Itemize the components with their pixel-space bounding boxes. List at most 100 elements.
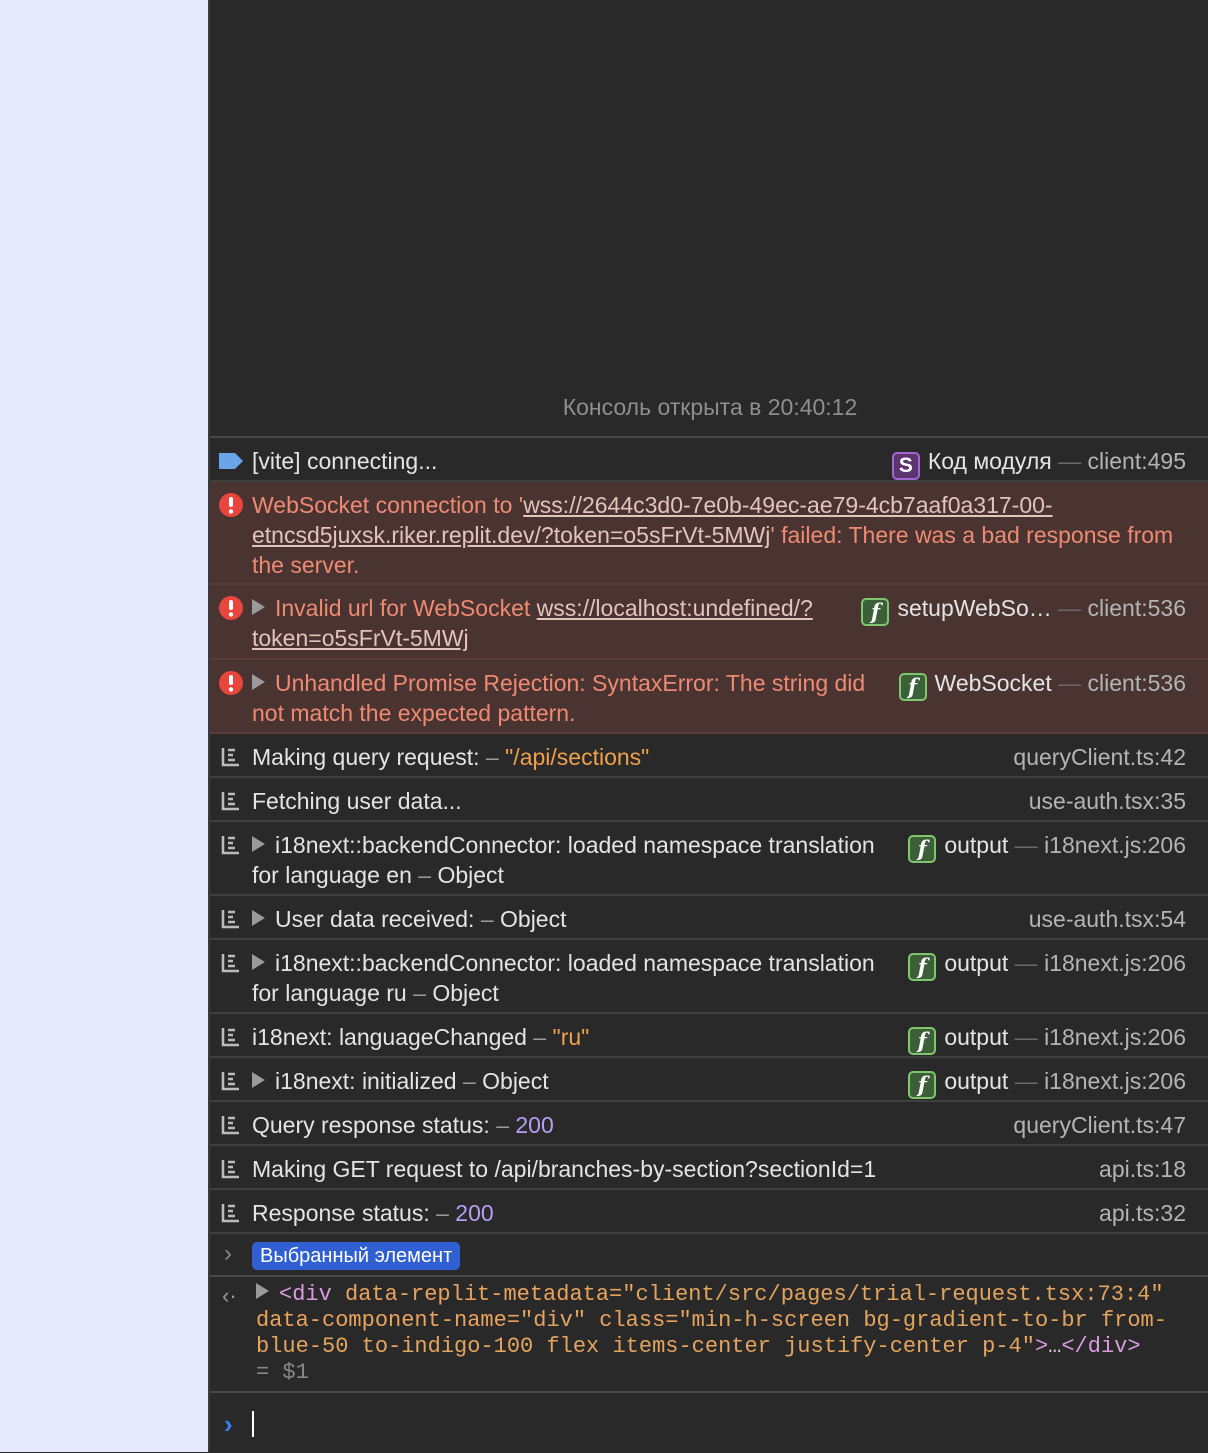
message-part: – (480, 906, 501, 932)
console-message-log[interactable]: f output — i18next.js:206 i18next::backend… (210, 822, 1208, 896)
script-icon: S (891, 452, 920, 480)
source-location-link[interactable]: client:495 (1088, 448, 1186, 474)
message-source[interactable]: f WebSocket — client:536 (898, 668, 1186, 701)
message-part: – (533, 1024, 553, 1050)
expand-triangle-icon[interactable] (256, 1283, 269, 1299)
log-icon (218, 1156, 244, 1182)
source-function: output (944, 832, 1009, 858)
message-source[interactable]: f output — i18next.js:206 (908, 830, 1186, 863)
selected-element-badge: Выбранный элемент (252, 1242, 461, 1270)
source-location-link[interactable]: client:536 (1088, 595, 1186, 621)
message-source[interactable]: f output — i18next.js:206 (908, 1066, 1186, 1099)
console-message-log[interactable]: f output — i18next.js:206 i18next: languag… (210, 1014, 1208, 1058)
expand-triangle-icon[interactable] (252, 599, 265, 615)
message-part: Making query request: (252, 744, 486, 770)
message-part: i18next::backendConnector: loaded namesp… (252, 950, 875, 1006)
message-source[interactable]: S Код модуля — client:495 (891, 446, 1186, 480)
message-part: Object (432, 980, 499, 1006)
message-source[interactable]: api.ts:18 (1099, 1154, 1186, 1184)
message-part: "/api/sections" (505, 744, 650, 770)
tag-open: <div (279, 1282, 332, 1307)
message-text: Response status: – 200 (252, 1198, 1186, 1228)
tag-end: </div> (1061, 1334, 1141, 1359)
message-part: Unhandled Promise Rejection: SyntaxError… (252, 670, 866, 726)
log-icon (218, 950, 244, 976)
source-function: output (944, 1024, 1009, 1050)
source-location-link[interactable]: use-auth.tsx:54 (1029, 906, 1186, 932)
console-message-log[interactable]: f output — i18next.js:206 i18next::backend… (210, 940, 1208, 1014)
message-part: Query response status: (252, 1112, 497, 1138)
console-message-error[interactable]: WebSocket connection to 'wss://2644c3d0-… (210, 482, 1208, 585)
function-icon: f (898, 673, 927, 701)
message-part: – (496, 1112, 516, 1138)
console-message-log[interactable]: queryClient.ts:42 Making query request: –… (210, 734, 1208, 778)
attr-value: "client/src/pages/trial-request.tsx:73:4… (622, 1282, 1164, 1307)
log-icon (218, 744, 244, 770)
message-part: User data received: (275, 906, 481, 932)
message-part: [vite] connecting... (252, 448, 438, 474)
source-location-link[interactable]: api.ts:32 (1099, 1200, 1186, 1226)
tag-gt: > (1034, 1334, 1049, 1359)
message-part: – (413, 980, 433, 1006)
console-message-log[interactable]: f output — i18next.js:206 i18next: initial… (210, 1058, 1208, 1102)
message-source[interactable]: f setupWebSo… — client:536 (861, 593, 1186, 626)
log-icon (218, 832, 244, 858)
source-separator: — (1008, 1068, 1045, 1094)
source-location-link[interactable]: client:536 (1088, 670, 1186, 696)
error-icon (218, 492, 244, 518)
log-icon (218, 788, 244, 814)
error-icon (218, 670, 244, 696)
console-message-log[interactable]: use-auth.tsx:35 Fetching user data... (210, 778, 1208, 822)
message-source[interactable]: queryClient.ts:42 (1013, 742, 1186, 772)
source-separator: — (1051, 595, 1088, 621)
message-part: i18next: initialized (275, 1068, 463, 1094)
source-location-link[interactable]: queryClient.ts:42 (1013, 744, 1186, 770)
source-location-link[interactable]: i18next.js:206 (1044, 1024, 1186, 1050)
message-source[interactable]: queryClient.ts:47 (1013, 1110, 1186, 1140)
message-source[interactable]: use-auth.tsx:35 (1029, 786, 1186, 816)
expand-triangle-icon[interactable] (252, 836, 265, 852)
collapsed-children[interactable]: … (1048, 1334, 1061, 1359)
source-location-link[interactable]: i18next.js:206 (1044, 1068, 1186, 1094)
source-separator: — (1008, 950, 1045, 976)
source-separator: — (1008, 1024, 1045, 1050)
message-part: – (485, 744, 506, 770)
expand-triangle-icon[interactable] (252, 910, 265, 926)
attr-value: "div" (520, 1308, 587, 1333)
console-message-log[interactable]: api.ts:32 Response status: – 200 (210, 1190, 1208, 1234)
message-source[interactable]: f output — i18next.js:206 (908, 1022, 1186, 1055)
console-message-error[interactable]: f WebSocket — client:536 Unhandled Promise… (210, 660, 1208, 734)
message-part: 200 (515, 1112, 554, 1138)
expand-triangle-icon[interactable] (252, 954, 265, 970)
message-source[interactable]: f output — i18next.js:206 (908, 948, 1186, 981)
source-function: output (944, 1068, 1009, 1094)
attr-name: data-component-name= (256, 1308, 521, 1333)
info-tag-icon (218, 448, 244, 474)
expand-triangle-icon[interactable] (252, 1072, 265, 1088)
source-location-link[interactable]: i18next.js:206 (1044, 950, 1186, 976)
selected-element-row[interactable]: › Выбранный элемент (210, 1234, 1208, 1277)
evaluation-result: ‹· <div data-replit-metadata="client/src… (210, 1277, 1208, 1393)
console-message-error[interactable]: f setupWebSo… — client:536 Invalid url for… (210, 585, 1208, 660)
function-icon: f (908, 1071, 937, 1099)
source-location-link[interactable]: api.ts:18 (1099, 1156, 1186, 1182)
source-location-link[interactable]: i18next.js:206 (1044, 832, 1186, 858)
console-message-info[interactable]: S Код модуля — client:495 [vite] connectin… (210, 438, 1208, 482)
console-message-log[interactable]: use-auth.tsx:54 User data received: – Obj… (210, 896, 1208, 940)
source-function: output (944, 950, 1009, 976)
message-part: – (462, 1068, 483, 1094)
source-function: Код модуля (927, 448, 1052, 474)
console-message-log[interactable]: api.ts:18 Making GET request to /api/bran… (210, 1146, 1208, 1190)
message-part: Object (500, 906, 567, 932)
message-source[interactable]: api.ts:32 (1099, 1198, 1186, 1228)
chevron-right-icon: › (224, 1240, 232, 1267)
expand-triangle-icon[interactable] (252, 674, 265, 690)
message-part: WebSocket connection to ' (252, 492, 524, 518)
source-location-link[interactable]: queryClient.ts:47 (1013, 1112, 1186, 1138)
message-source[interactable]: use-auth.tsx:54 (1029, 904, 1186, 934)
log-icon (218, 1112, 244, 1138)
console-message-log[interactable]: queryClient.ts:47 Query response status: … (210, 1102, 1208, 1146)
console-prompt-input[interactable]: › (210, 1393, 1208, 1453)
source-location-link[interactable]: use-auth.tsx:35 (1029, 788, 1186, 814)
function-icon: f (908, 953, 937, 981)
